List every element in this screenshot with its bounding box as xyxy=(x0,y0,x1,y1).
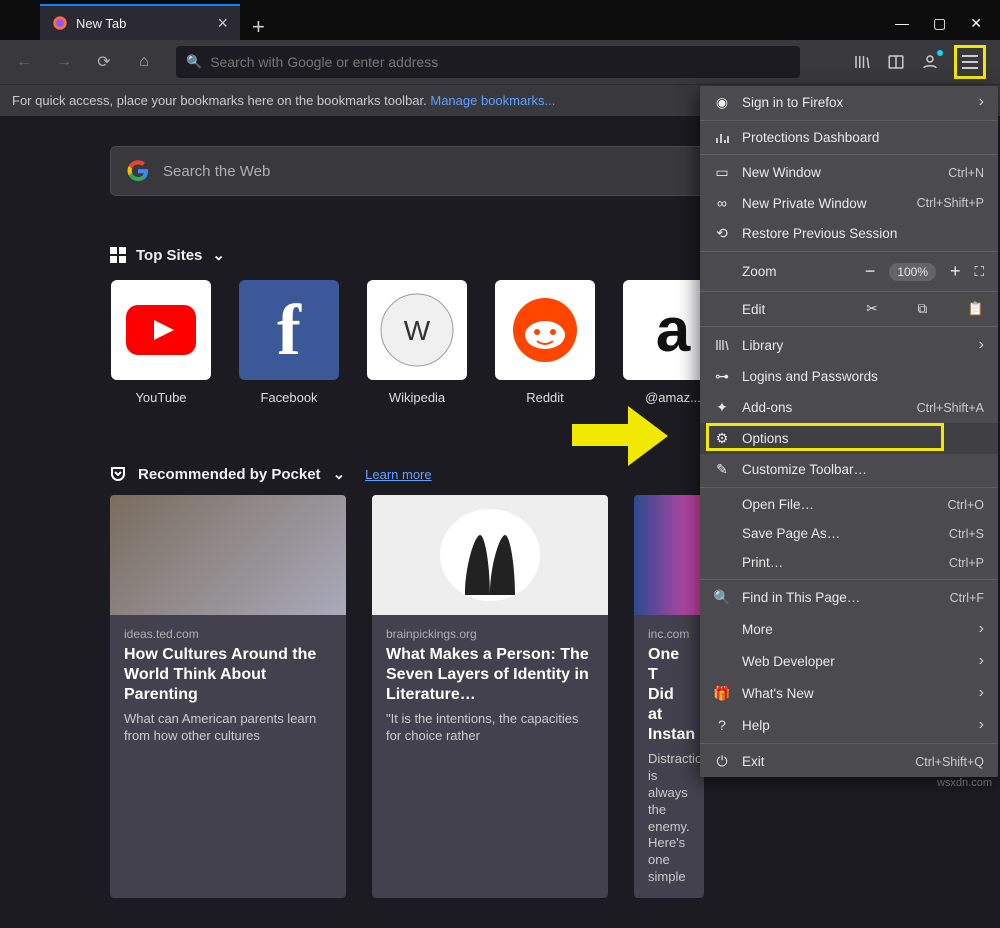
search-icon: 🔍 xyxy=(714,589,730,606)
library-icon[interactable] xyxy=(852,52,872,72)
menu-restore-session[interactable]: ⟲Restore Previous Session xyxy=(700,218,998,249)
watermark: wsxdn.com xyxy=(937,777,992,789)
chevron-right-icon: › xyxy=(979,716,984,734)
nav-bar: ← → ⟳ ⌂ 🔍 xyxy=(0,40,1000,84)
maximize-button[interactable]: ▢ xyxy=(933,15,946,32)
menu-zoom: Zoom − 100% + ⛶ xyxy=(700,254,998,289)
puzzle-icon: ✦ xyxy=(714,399,730,416)
window-icon: ▭ xyxy=(714,164,730,181)
cut-icon[interactable]: ✂ xyxy=(866,301,877,317)
dashboard-icon xyxy=(714,131,730,145)
title-bar: New Tab × + — ▢ ✕ xyxy=(0,0,1000,40)
bookmarks-hint: For quick access, place your bookmarks h… xyxy=(12,93,430,108)
chevron-right-icon: › xyxy=(979,336,984,354)
menu-whats-new[interactable]: 🎁What's New› xyxy=(700,677,998,709)
menu-customize[interactable]: ✎Customize Toolbar… xyxy=(700,454,998,485)
mask-icon: ∞ xyxy=(714,195,730,211)
menu-signin[interactable]: ◉Sign in to Firefox› xyxy=(700,86,998,118)
back-button[interactable]: ← xyxy=(10,48,38,76)
manage-bookmarks-link[interactable]: Manage bookmarks... xyxy=(430,93,555,108)
restore-icon: ⟲ xyxy=(714,225,730,242)
card-image xyxy=(372,495,608,615)
fullscreen-icon[interactable]: ⛶ xyxy=(975,264,984,280)
web-search-placeholder: Search the Web xyxy=(163,163,270,180)
menu-protections[interactable]: Protections Dashboard xyxy=(700,123,998,152)
chevron-right-icon: › xyxy=(979,652,984,670)
gift-icon: 🎁 xyxy=(714,685,730,702)
brush-icon: ✎ xyxy=(714,461,730,478)
home-button[interactable]: ⌂ xyxy=(130,48,158,76)
pocket-card[interactable]: brainpickings.org What Makes a Person: T… xyxy=(372,495,608,898)
menu-logins[interactable]: ⊶Logins and Passwords xyxy=(700,361,998,392)
menu-find[interactable]: 🔍Find in This Page…Ctrl+F xyxy=(700,582,998,613)
menu-help[interactable]: ?Help› xyxy=(700,709,998,741)
paste-icon[interactable]: 📋 xyxy=(967,301,984,317)
pocket-card[interactable]: inc.com One T Did at Instan Distraction … xyxy=(634,495,704,898)
url-bar[interactable]: 🔍 xyxy=(176,46,800,78)
zoom-level[interactable]: 100% xyxy=(889,263,936,281)
menu-web-developer[interactable]: Web Developer› xyxy=(700,645,998,677)
menu-save-page[interactable]: Save Page As…Ctrl+S xyxy=(700,519,998,548)
menu-options[interactable]: ⚙Options xyxy=(700,423,998,454)
forward-button[interactable]: → xyxy=(50,48,78,76)
power-icon: ⏻ xyxy=(714,753,730,770)
close-tab-icon[interactable]: × xyxy=(217,13,228,34)
reader-icon[interactable] xyxy=(886,52,906,72)
topsite-facebook[interactable]: f Facebook xyxy=(238,280,340,405)
topsite-reddit[interactable]: Reddit xyxy=(494,280,596,405)
svg-text:W: W xyxy=(404,315,431,346)
menu-more[interactable]: More› xyxy=(700,613,998,645)
card-image xyxy=(110,495,346,615)
menu-addons[interactable]: ✦Add-onsCtrl+Shift+A xyxy=(700,392,998,423)
copy-icon[interactable]: ⧉ xyxy=(918,301,928,317)
search-icon: 🔍 xyxy=(186,54,202,70)
pocket-card[interactable]: ideas.ted.com How Cultures Around the Wo… xyxy=(110,495,346,898)
chevron-down-icon: ⌄ xyxy=(333,465,346,483)
account-icon: ◉ xyxy=(714,94,730,111)
menu-library[interactable]: Library› xyxy=(700,329,998,361)
topsite-wikipedia[interactable]: W Wikipedia xyxy=(366,280,468,405)
chevron-right-icon: › xyxy=(979,620,984,638)
learn-more-link[interactable]: Learn more xyxy=(365,467,431,482)
library-icon xyxy=(714,338,730,352)
reload-button[interactable]: ⟳ xyxy=(90,48,118,76)
minimize-button[interactable]: — xyxy=(895,15,909,32)
gear-icon: ⚙ xyxy=(714,430,730,447)
zoom-out-button[interactable]: − xyxy=(865,261,876,282)
topsite-youtube[interactable]: YouTube xyxy=(110,280,212,405)
browser-tab[interactable]: New Tab × xyxy=(40,4,240,40)
google-icon xyxy=(127,160,149,182)
account-icon[interactable] xyxy=(920,52,940,72)
new-tab-button[interactable]: + xyxy=(240,14,277,40)
chevron-right-icon: › xyxy=(979,684,984,702)
firefox-icon xyxy=(52,15,68,31)
address-input[interactable] xyxy=(210,54,790,70)
app-menu-button[interactable] xyxy=(954,45,986,79)
close-window-button[interactable]: ✕ xyxy=(970,15,982,32)
menu-exit[interactable]: ⏻ExitCtrl+Shift+Q xyxy=(700,746,998,777)
chevron-right-icon: › xyxy=(979,93,984,111)
menu-private-window[interactable]: ∞New Private WindowCtrl+Shift+P xyxy=(700,188,998,218)
tab-title: New Tab xyxy=(76,16,126,31)
help-icon: ? xyxy=(714,717,730,733)
card-image xyxy=(634,495,704,615)
menu-print[interactable]: Print…Ctrl+P xyxy=(700,548,998,577)
menu-new-window[interactable]: ▭New WindowCtrl+N xyxy=(700,157,998,188)
app-menu: ◉Sign in to Firefox› Protections Dashboa… xyxy=(700,86,998,777)
menu-edit: Edit ✂ ⧉ 📋 xyxy=(700,294,998,324)
menu-open-file[interactable]: Open File…Ctrl+O xyxy=(700,490,998,519)
zoom-in-button[interactable]: + xyxy=(950,261,961,282)
chevron-down-icon: ⌄ xyxy=(212,246,225,264)
key-icon: ⊶ xyxy=(714,368,730,385)
